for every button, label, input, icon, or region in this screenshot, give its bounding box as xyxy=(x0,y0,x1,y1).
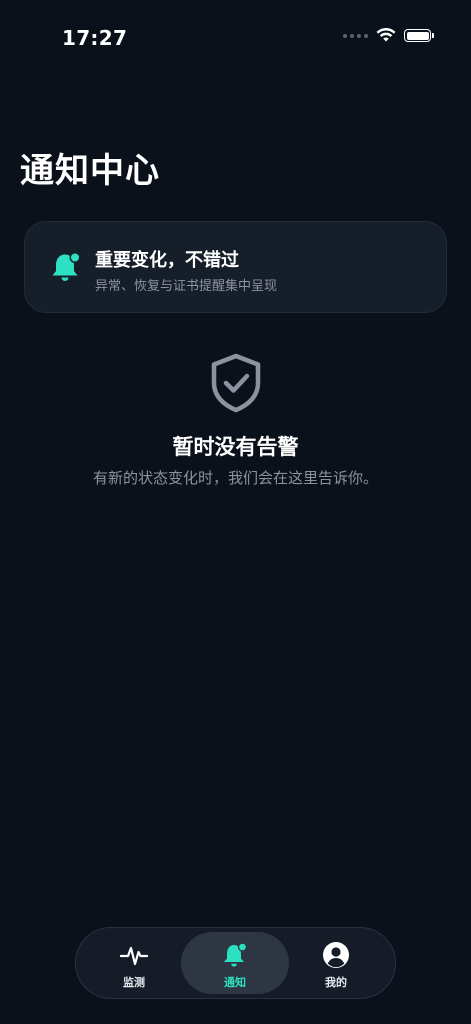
battery-icon xyxy=(404,29,434,42)
wifi-icon xyxy=(376,28,396,42)
banner-title: 重要变化，不错过 xyxy=(95,250,239,271)
empty-state-title: 暂时没有告警 xyxy=(172,435,299,459)
cellular-signal-icon xyxy=(343,33,368,38)
status-indicators xyxy=(343,28,434,43)
pulse-icon xyxy=(120,946,148,966)
shield-check-icon xyxy=(211,353,261,413)
tab-monitor-label: 监测 xyxy=(123,976,145,989)
bell-icon xyxy=(224,942,248,967)
tab-profile-label: 我的 xyxy=(325,976,347,989)
tab-notifications[interactable]: 通知 xyxy=(181,932,289,994)
status-time: 17:27 xyxy=(62,26,128,50)
bottom-tab-bar: 监测 通知 我的 xyxy=(75,927,396,999)
tab-monitor[interactable]: 监测 xyxy=(80,932,188,994)
empty-state-subtitle: 有新的状态变化时，我们会在这里告诉你。 xyxy=(92,469,378,487)
tab-profile[interactable]: 我的 xyxy=(282,932,390,994)
user-icon xyxy=(323,942,349,968)
bell-icon xyxy=(52,252,81,281)
status-bar: 17:27 xyxy=(0,0,471,60)
info-banner-card: 重要变化，不错过 异常、恢复与证书提醒集中呈现 xyxy=(24,221,447,313)
page-title: 通知中心 xyxy=(20,151,160,191)
banner-subtitle: 异常、恢复与证书提醒集中呈现 xyxy=(95,279,278,294)
tab-notifications-label: 通知 xyxy=(224,976,246,989)
